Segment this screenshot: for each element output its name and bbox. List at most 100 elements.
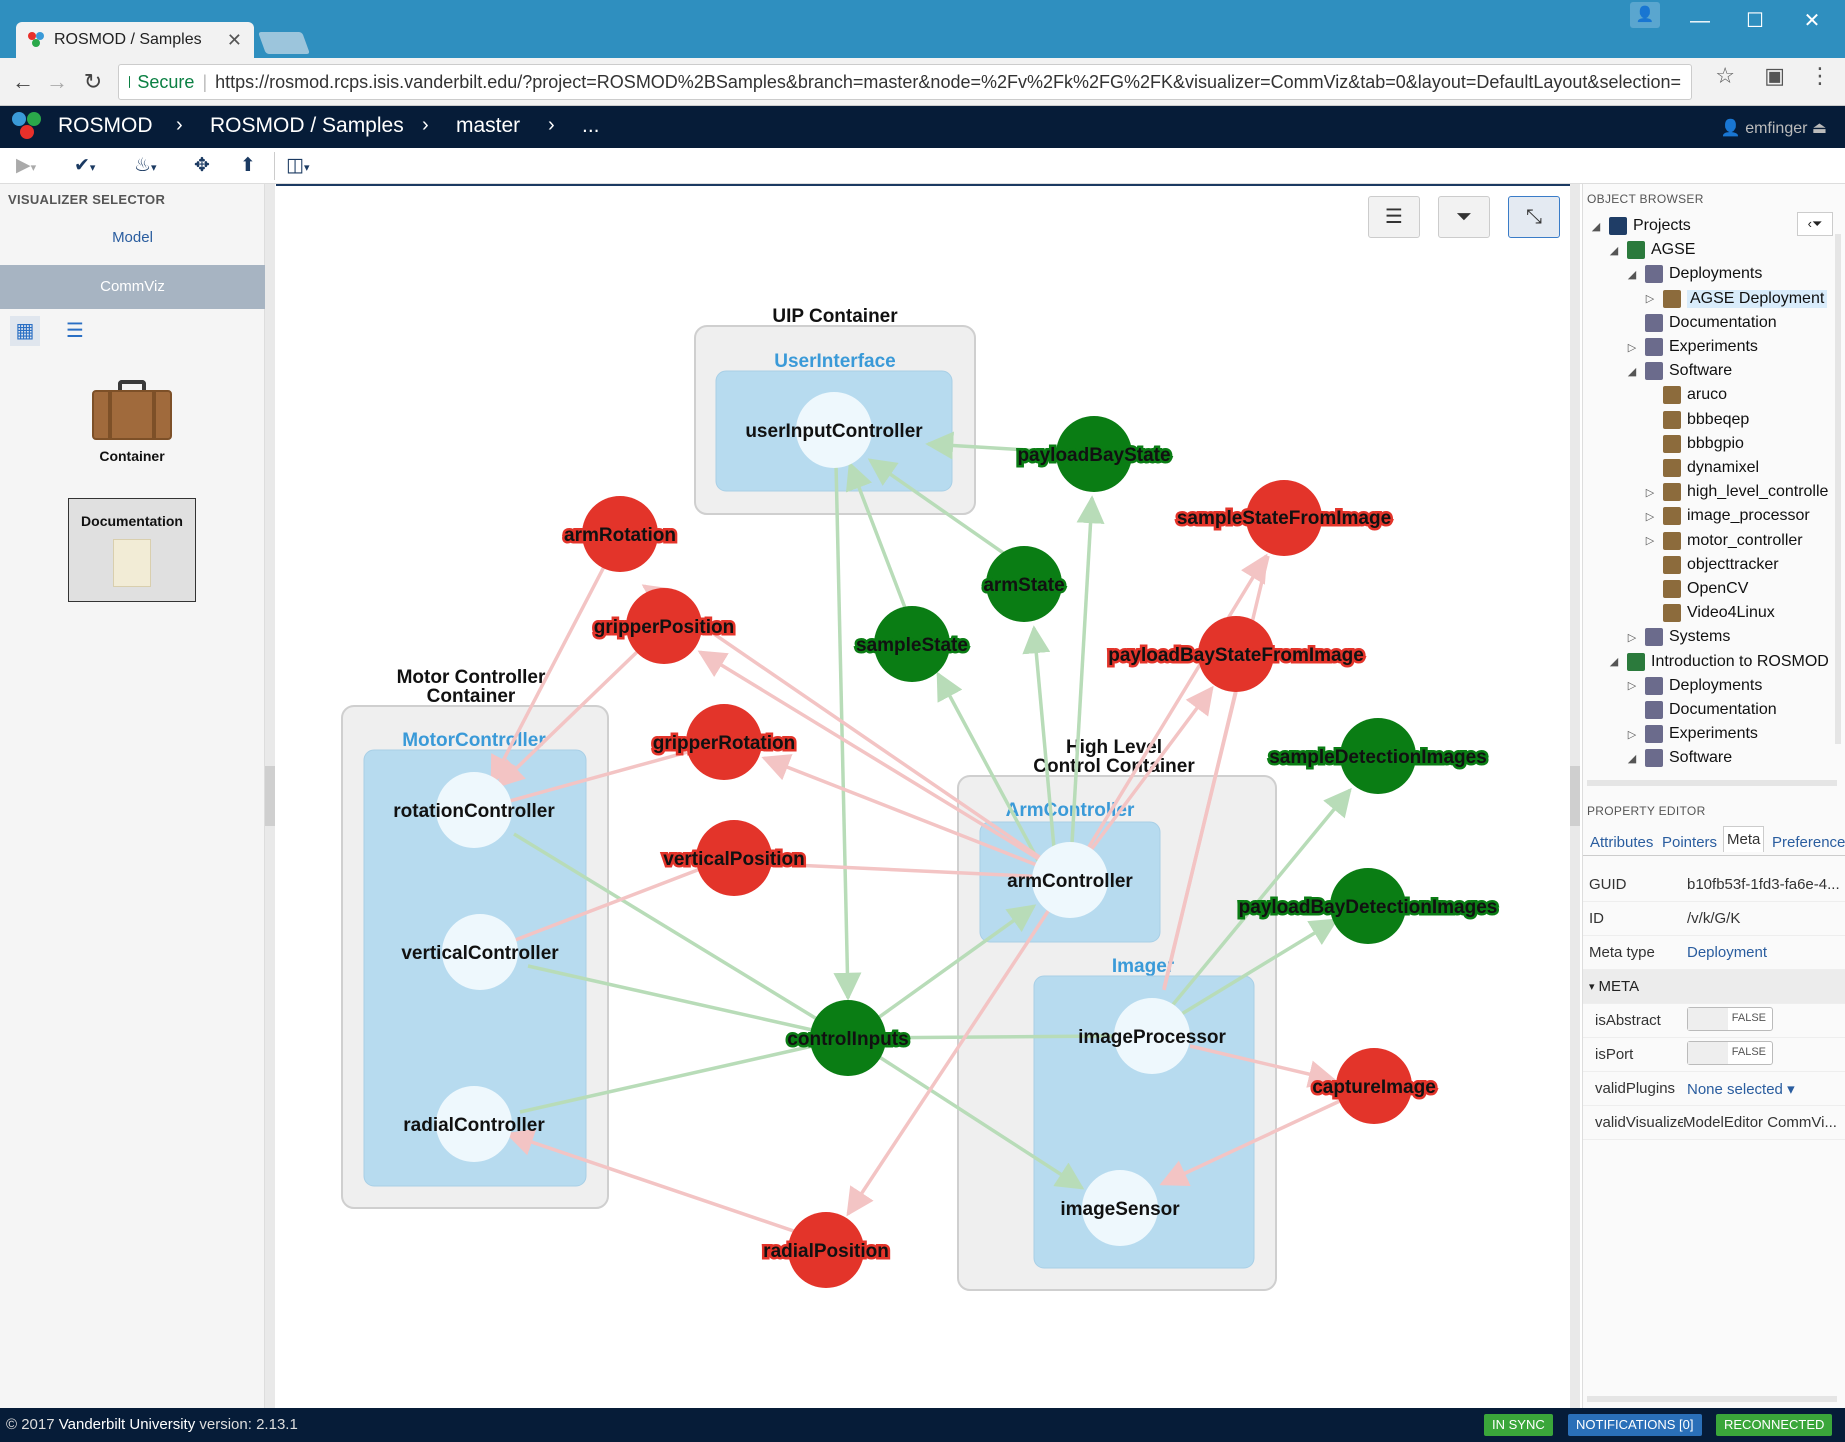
tree-node[interactable]: Documentation: [1625, 698, 1777, 722]
tree-node-label: AGSE Deployment: [1687, 289, 1828, 308]
toolbar: ▶▾ ✔▾ ♨▾ ✥ ⬆ ◫▾: [0, 148, 1845, 184]
isabstract-toggle[interactable]: FALSE: [1687, 1006, 1773, 1031]
list-view-icon[interactable]: ☰: [60, 316, 90, 346]
extension-icon[interactable]: ▣: [1764, 63, 1785, 89]
prop-validvisualizers-value[interactable]: ModelEditor CommVi...: [1683, 1114, 1845, 1131]
footer-version: 2.13.1: [256, 1416, 298, 1433]
browser-tab[interactable]: ROSMOD / Samples ✕: [16, 22, 254, 58]
close-tab-icon[interactable]: ✕: [227, 30, 242, 51]
tree-toggle-icon[interactable]: ▷: [1643, 534, 1657, 547]
fire-icon[interactable]: ♨▾: [134, 154, 157, 177]
tree-toggle-icon[interactable]: ◢: [1607, 244, 1621, 257]
tree-node[interactable]: ▷ Experiments: [1625, 335, 1758, 359]
visualizer-model[interactable]: Model: [0, 216, 265, 260]
profile-icon[interactable]: 👤: [1630, 2, 1660, 28]
footer-copyright: © 2017 Vanderbilt University version: 2.…: [6, 1416, 298, 1433]
tree-node-label: objecttracker: [1687, 555, 1779, 573]
tree-node[interactable]: ◢ Software: [1625, 359, 1732, 383]
tab-preferences[interactable]: Preferences: [1769, 830, 1845, 855]
move-icon[interactable]: ✥: [194, 154, 210, 177]
brand-name[interactable]: ROSMOD: [58, 114, 153, 138]
play-icon[interactable]: ▶▾: [16, 154, 36, 177]
tree-toggle-icon[interactable]: ▷: [1643, 486, 1657, 499]
back-icon[interactable]: ←: [8, 68, 38, 96]
tree-node[interactable]: dynamixel: [1643, 456, 1759, 480]
breadcrumb-more[interactable]: ...: [582, 114, 600, 138]
tree-node[interactable]: ▷ Experiments: [1625, 722, 1758, 746]
prop-metatype-value[interactable]: Deployment: [1687, 944, 1845, 961]
isport-toggle[interactable]: FALSE: [1687, 1040, 1773, 1065]
property-editor-header: PROPERTY EDITOR: [1587, 804, 1706, 818]
tree-hscrollbar[interactable]: [1587, 780, 1837, 786]
user-menu[interactable]: 👤 emfinger ⏏: [1721, 118, 1827, 138]
tree-node[interactable]: ▷ AGSE Deployment: [1643, 287, 1828, 311]
tree-node[interactable]: ▷ image_processor: [1643, 504, 1810, 528]
upload-icon[interactable]: ⬆: [240, 154, 256, 177]
tree-node[interactable]: ◢ Introduction to ROSMOD: [1607, 650, 1829, 674]
forward-icon[interactable]: →: [42, 68, 72, 96]
url-input[interactable]: Secure | https://rosmod.rcps.isis.vander…: [118, 64, 1692, 100]
tree-node[interactable]: Documentation: [1625, 311, 1777, 335]
close-window-icon[interactable]: ✕: [1792, 6, 1832, 36]
decorator-documentation[interactable]: Documentation: [68, 498, 196, 602]
tree-node[interactable]: ▷ Deployments: [1625, 674, 1762, 698]
commviz-canvas[interactable]: ☰ ⏷ ⤡ UIP Container UserInterface Motor …: [276, 184, 1570, 1408]
tree-node[interactable]: OpenCV: [1643, 577, 1748, 601]
maximize-icon[interactable]: ☐: [1735, 6, 1775, 36]
tree-node-label: Documentation: [1669, 313, 1777, 331]
tree-toggle-icon[interactable]: ◢: [1625, 268, 1639, 281]
in-sync-badge[interactable]: IN SYNC: [1484, 1414, 1553, 1436]
reload-icon[interactable]: ↻: [78, 68, 108, 96]
reconnected-badge[interactable]: RECONNECTED: [1716, 1414, 1833, 1436]
tree-toggle-icon[interactable]: ▷: [1643, 292, 1657, 305]
meta-section-header[interactable]: ▾ META: [1583, 970, 1845, 1004]
tree-node-icon: [1645, 749, 1663, 768]
tree-node-label: bbbgpio: [1687, 434, 1744, 452]
tree-node[interactable]: bbbgpio: [1643, 432, 1744, 456]
tree-node[interactable]: ▷ Systems: [1625, 625, 1730, 649]
property-hscrollbar[interactable]: [1587, 1396, 1837, 1402]
bookmark-star-icon[interactable]: ☆: [1715, 63, 1735, 89]
tree-node[interactable]: objecttracker: [1643, 553, 1779, 577]
prop-isabstract: isAbstract FALSE: [1583, 1004, 1845, 1038]
breadcrumb-project[interactable]: ROSMOD / Samples: [210, 114, 404, 138]
tree-toggle-icon[interactable]: ▷: [1625, 341, 1639, 354]
decorator-container[interactable]: Container: [68, 380, 196, 464]
visualizer-commviz[interactable]: CommViz: [0, 265, 265, 309]
menu-kebab-icon[interactable]: ⋮: [1809, 63, 1831, 89]
validplugins-dropdown[interactable]: None selected ▾: [1687, 1080, 1845, 1098]
tree-node[interactable]: ▷ high_level_controlle: [1643, 480, 1828, 504]
notifications-badge[interactable]: NOTIFICATIONS [0]: [1568, 1414, 1702, 1436]
tab-pointers[interactable]: Pointers: [1659, 830, 1720, 855]
tree-node[interactable]: ◢ Software: [1625, 746, 1732, 770]
tree-toggle-icon[interactable]: ◢: [1625, 365, 1639, 378]
tree-node[interactable]: ◢ Deployments: [1625, 262, 1762, 286]
tree-node[interactable]: aruco: [1643, 383, 1727, 407]
tree-node[interactable]: ◢ Projects: [1589, 214, 1691, 238]
tree-toggle-icon[interactable]: ▷: [1643, 510, 1657, 523]
grid-view-icon[interactable]: ▦: [10, 316, 40, 346]
tree-node[interactable]: ▷ motor_controller: [1643, 529, 1803, 553]
tree-node[interactable]: bbbeqep: [1643, 408, 1749, 432]
tree-toggle-icon[interactable]: ▷: [1625, 728, 1639, 741]
check-icon[interactable]: ✔▾: [74, 154, 95, 177]
breadcrumb-branch[interactable]: master: [456, 114, 520, 138]
tree-node-icon: [1663, 459, 1681, 477]
minimize-icon[interactable]: —: [1680, 6, 1720, 36]
new-tab-button[interactable]: [257, 32, 311, 54]
tree-node-label: Video4Linux: [1687, 604, 1775, 622]
tree-scrollbar[interactable]: [1835, 234, 1841, 744]
left-splitter[interactable]: [265, 184, 275, 1408]
tree-toggle-icon[interactable]: ▷: [1625, 631, 1639, 644]
tab-attributes[interactable]: Attributes: [1587, 830, 1656, 855]
tree-toggle-icon[interactable]: ◢: [1625, 752, 1639, 765]
tab-meta[interactable]: Meta: [1723, 826, 1765, 852]
layout-icon[interactable]: ◫▾: [286, 154, 309, 177]
tree-toggle-icon[interactable]: ◢: [1607, 655, 1621, 668]
tree-node-label: aruco: [1687, 386, 1728, 404]
tree-toggle-icon[interactable]: ▷: [1625, 679, 1639, 692]
tree-node[interactable]: ◢ AGSE: [1607, 238, 1695, 262]
tree-node[interactable]: Video4Linux: [1643, 601, 1775, 625]
tree-toggle-icon[interactable]: ◢: [1589, 220, 1603, 233]
right-splitter[interactable]: [1570, 184, 1580, 1408]
